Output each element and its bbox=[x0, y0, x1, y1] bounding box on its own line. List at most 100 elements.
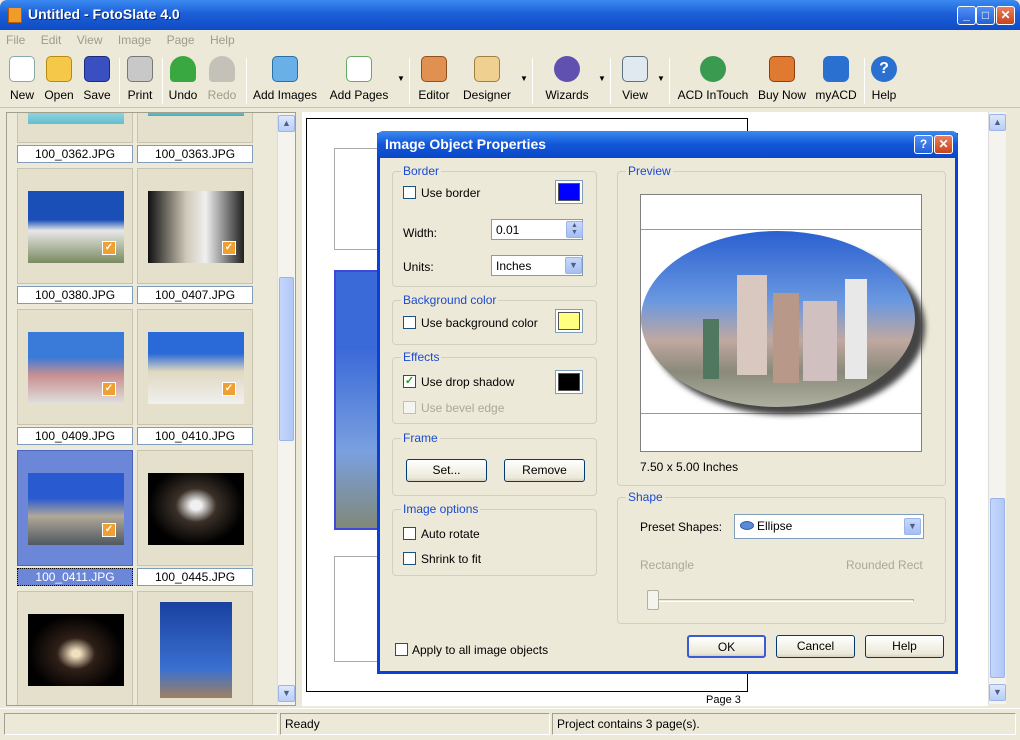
editor-icon bbox=[421, 56, 447, 82]
redo-button[interactable]: Redo bbox=[205, 54, 239, 106]
minimize-button[interactable]: _ bbox=[957, 6, 976, 25]
border-color-swatch[interactable] bbox=[555, 180, 583, 204]
menu-help[interactable]: Help bbox=[204, 30, 241, 47]
print-button[interactable]: Print bbox=[124, 54, 156, 106]
thumbnail-label[interactable]: 100_0445.JPG bbox=[137, 568, 253, 586]
thumbnail-label[interactable]: 100_0411.JPG bbox=[17, 568, 133, 586]
frame-set-button[interactable]: Set... bbox=[406, 459, 487, 482]
maximize-button[interactable]: □ bbox=[976, 6, 995, 25]
menu-image[interactable]: Image bbox=[112, 30, 157, 47]
shrink-to-fit-checkbox[interactable] bbox=[403, 552, 416, 565]
drop-shadow-checkbox[interactable]: ✓ bbox=[403, 375, 416, 388]
auto-rotate-label: Auto rotate bbox=[421, 527, 480, 541]
designer-dropdown-icon[interactable]: ▼ bbox=[520, 74, 528, 83]
scroll-up-icon[interactable]: ▲ bbox=[989, 114, 1006, 131]
wizards-dropdown-icon[interactable]: ▼ bbox=[598, 74, 606, 83]
save-button[interactable]: Save bbox=[82, 54, 112, 106]
menu-page[interactable]: Page bbox=[161, 30, 201, 47]
auto-rotate-checkbox[interactable] bbox=[403, 527, 416, 540]
units-value: Inches bbox=[496, 259, 532, 273]
preset-shapes-select[interactable]: Ellipse bbox=[734, 514, 924, 539]
add-pages-dropdown-icon[interactable]: ▼ bbox=[397, 74, 405, 83]
view-dropdown-icon[interactable]: ▼ bbox=[657, 74, 665, 83]
menu-view[interactable]: View bbox=[71, 30, 109, 47]
width-spinner-icon[interactable]: ▲ ▼ bbox=[566, 221, 583, 238]
thumbnail-image bbox=[28, 614, 124, 686]
thumbnail-label[interactable]: 100_0409.JPG bbox=[17, 427, 133, 445]
border-color-fill bbox=[558, 183, 580, 201]
checked-badge-icon: ✓ bbox=[102, 241, 116, 255]
chevron-down-icon[interactable]: ▼ bbox=[904, 518, 921, 535]
add-images-icon bbox=[272, 56, 298, 82]
thumbnail-item[interactable]: ✓ bbox=[17, 168, 133, 284]
menu-file[interactable]: File bbox=[0, 30, 31, 47]
preview-size-label: 7.50 x 5.00 Inches bbox=[640, 460, 739, 474]
chevron-down-icon[interactable]: ▼ bbox=[565, 257, 582, 274]
building-shape bbox=[737, 275, 767, 375]
add-pages-button[interactable]: Add Pages bbox=[329, 54, 389, 106]
open-button[interactable]: Open bbox=[42, 54, 76, 106]
thumbnail-item[interactable] bbox=[137, 113, 253, 143]
use-border-checkbox[interactable] bbox=[403, 186, 416, 199]
acd-intouch-button[interactable]: ACD InTouch bbox=[677, 54, 749, 106]
thumbnail-item[interactable] bbox=[17, 113, 133, 143]
background-color-swatch[interactable] bbox=[555, 309, 583, 333]
close-button[interactable]: ✕ bbox=[996, 6, 1015, 25]
wizards-button[interactable]: Wizards bbox=[543, 54, 591, 106]
scroll-down-icon[interactable]: ▼ bbox=[278, 685, 295, 702]
scroll-up-icon[interactable]: ▲ bbox=[278, 115, 295, 132]
frame-group: Frame Set... Remove bbox=[392, 431, 597, 496]
editor-button[interactable]: Editor bbox=[415, 54, 453, 106]
view-button[interactable]: View bbox=[620, 54, 650, 106]
shape-slider-track[interactable] bbox=[650, 599, 914, 602]
canvas-scrollbar[interactable]: ▲ ▼ bbox=[988, 112, 1006, 704]
dialog-help-button[interactable]: ? bbox=[914, 135, 933, 154]
thumbnail-label[interactable]: 100_0410.JPG bbox=[137, 427, 253, 445]
shadow-color-swatch[interactable] bbox=[555, 370, 583, 394]
help-button[interactable]: ? Help bbox=[870, 54, 898, 106]
thumbnail-label[interactable]: 100_0362.JPG bbox=[17, 145, 133, 163]
image-properties-dialog: Image Object Properties ? ✕ Border Use b… bbox=[377, 131, 958, 674]
apply-all-checkbox[interactable] bbox=[395, 643, 408, 656]
undo-button[interactable]: Undo bbox=[167, 54, 199, 106]
thumbnail-item[interactable] bbox=[17, 591, 133, 705]
preset-shapes-label: Preset Shapes: bbox=[640, 520, 723, 534]
thumbnail-label[interactable]: 100_0407.JPG bbox=[137, 286, 253, 304]
dialog-close-button[interactable]: ✕ bbox=[934, 135, 953, 154]
thumbnail-label[interactable]: 100_0380.JPG bbox=[17, 286, 133, 304]
slider-right-label: Rounded Rect bbox=[846, 558, 923, 572]
new-icon bbox=[9, 56, 35, 82]
thumbnail-label[interactable]: 100_0363.JPG bbox=[137, 145, 253, 163]
scroll-thumb[interactable] bbox=[990, 498, 1005, 678]
help-dialog-button[interactable]: Help bbox=[865, 635, 944, 658]
scroll-thumb[interactable] bbox=[279, 277, 294, 441]
use-background-checkbox[interactable] bbox=[403, 316, 416, 329]
thumbnail-item[interactable]: ✓ bbox=[17, 309, 133, 425]
bevel-edge-checkbox[interactable] bbox=[403, 401, 416, 414]
shape-group: Shape Preset Shapes: Ellipse ▼ Rectangle… bbox=[617, 490, 946, 624]
thumbnail-item[interactable]: ✓ bbox=[137, 309, 253, 425]
ok-button[interactable]: OK bbox=[687, 635, 766, 658]
thumbnail-scrollbar[interactable]: ▲ ▼ bbox=[277, 113, 295, 705]
new-button[interactable]: New bbox=[6, 54, 38, 106]
thumbnail-item[interactable] bbox=[137, 450, 253, 566]
thumbnail-item[interactable] bbox=[137, 591, 253, 705]
border-group-label: Border bbox=[401, 164, 442, 178]
shape-slider-thumb[interactable] bbox=[647, 590, 659, 610]
cancel-button[interactable]: Cancel bbox=[776, 635, 855, 658]
menu-edit[interactable]: Edit bbox=[35, 30, 68, 47]
frame-remove-button[interactable]: Remove bbox=[504, 459, 585, 482]
frame-group-label: Frame bbox=[401, 431, 440, 445]
thumbnail-item-selected[interactable]: ✓ bbox=[17, 450, 133, 566]
thumbnail-item[interactable]: ✓ bbox=[137, 168, 253, 284]
background-group-label: Background color bbox=[401, 293, 499, 307]
buy-now-button[interactable]: Buy Now bbox=[757, 54, 807, 106]
wizard-icon bbox=[554, 56, 580, 82]
status-bar: Ready Project contains 3 page(s). bbox=[0, 708, 1020, 740]
designer-button[interactable]: Designer bbox=[462, 54, 512, 106]
folder-icon bbox=[46, 56, 72, 82]
myacd-button[interactable]: myACD bbox=[815, 54, 857, 106]
scroll-down-icon[interactable]: ▼ bbox=[989, 684, 1006, 701]
add-images-button[interactable]: Add Images bbox=[252, 54, 318, 106]
toolbar-separator bbox=[864, 58, 865, 104]
